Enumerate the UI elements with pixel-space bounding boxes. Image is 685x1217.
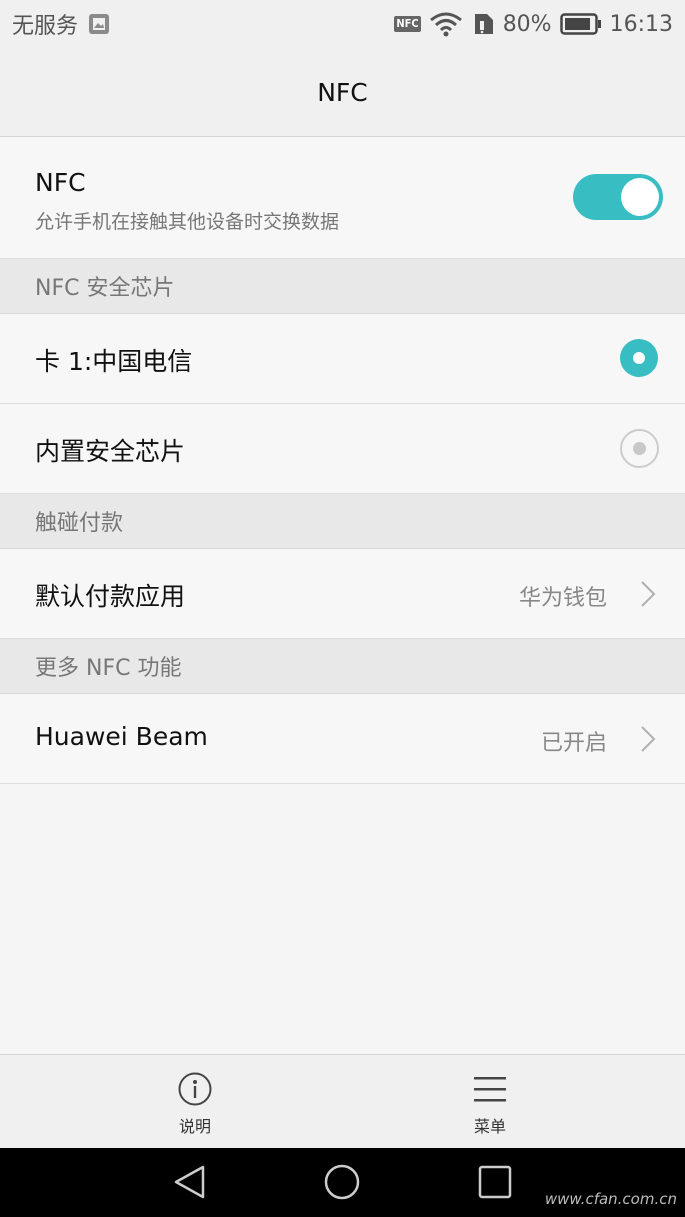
section-title-secure-chip: NFC 安全芯片: [35, 276, 175, 301]
carrier-text: 无服务: [12, 14, 79, 39]
title-bar: NFC: [0, 48, 685, 137]
sim-card-icon: [474, 14, 493, 34]
menu-icon: [474, 1077, 506, 1102]
section-title-tap-pay: 触碰付款: [35, 511, 124, 536]
secure-chip-option-builtin[interactable]: 内置安全芯片: [0, 404, 685, 494]
watermark-text: www.cfan.com.cn: [544, 1190, 677, 1208]
help-label: 说明: [178, 1117, 211, 1136]
nfc-row-title: NFC: [35, 168, 86, 197]
secure-chip-option-sim1[interactable]: 卡 1:中国电信: [0, 314, 685, 404]
bottom-action-bar: 说明 菜单: [0, 1054, 685, 1149]
option-label-sim1: 卡 1:中国电信: [35, 347, 193, 376]
radio-unselected-icon[interactable]: [620, 429, 659, 468]
status-bar: 无服务 NFC 80% 16:13: [0, 0, 685, 48]
status-left: 无服务: [12, 8, 110, 40]
chevron-right-icon: [641, 726, 656, 752]
wifi-icon: [429, 12, 462, 37]
page-title: NFC: [317, 77, 368, 107]
radio-selected-icon[interactable]: [620, 339, 658, 377]
recents-icon[interactable]: [477, 1164, 513, 1200]
nfc-row-subtitle: 允许手机在接触其他设备时交换数据: [35, 211, 340, 233]
menu-button[interactable]: 菜单: [390, 1055, 590, 1149]
toggle-knob: [621, 178, 659, 216]
nfc-status-icon: NFC: [394, 16, 421, 32]
clock: 16:13: [609, 11, 673, 37]
nfc-toggle-switch[interactable]: [573, 174, 663, 220]
section-header-more-nfc: 更多 NFC 功能: [0, 639, 685, 694]
menu-label: 菜单: [473, 1117, 506, 1136]
section-header-secure-chip: NFC 安全芯片: [0, 259, 685, 314]
image-notification-icon: [89, 14, 110, 34]
option-label-builtin: 内置安全芯片: [35, 437, 186, 466]
home-icon[interactable]: [324, 1164, 360, 1200]
back-icon[interactable]: [172, 1164, 208, 1200]
huawei-beam-label: Huawei Beam: [35, 722, 208, 751]
huawei-beam-value: 已开启: [540, 731, 607, 756]
help-button[interactable]: 说明: [95, 1055, 295, 1149]
section-header-tap-pay: 触碰付款: [0, 494, 685, 549]
battery-icon: [559, 13, 601, 35]
nfc-toggle-row[interactable]: NFC 允许手机在接触其他设备时交换数据: [0, 137, 685, 259]
huawei-beam-row[interactable]: Huawei Beam 已开启: [0, 694, 685, 784]
battery-percent: 80%: [502, 11, 552, 37]
chevron-right-icon: [641, 581, 656, 607]
info-icon: [178, 1072, 212, 1106]
status-right: NFC 80% 16:13: [394, 8, 673, 40]
default-pay-value: 华为钱包: [518, 586, 607, 611]
default-pay-app-row[interactable]: 默认付款应用 华为钱包: [0, 549, 685, 639]
section-title-more-nfc: 更多 NFC 功能: [35, 656, 182, 681]
default-pay-label: 默认付款应用: [35, 582, 186, 611]
